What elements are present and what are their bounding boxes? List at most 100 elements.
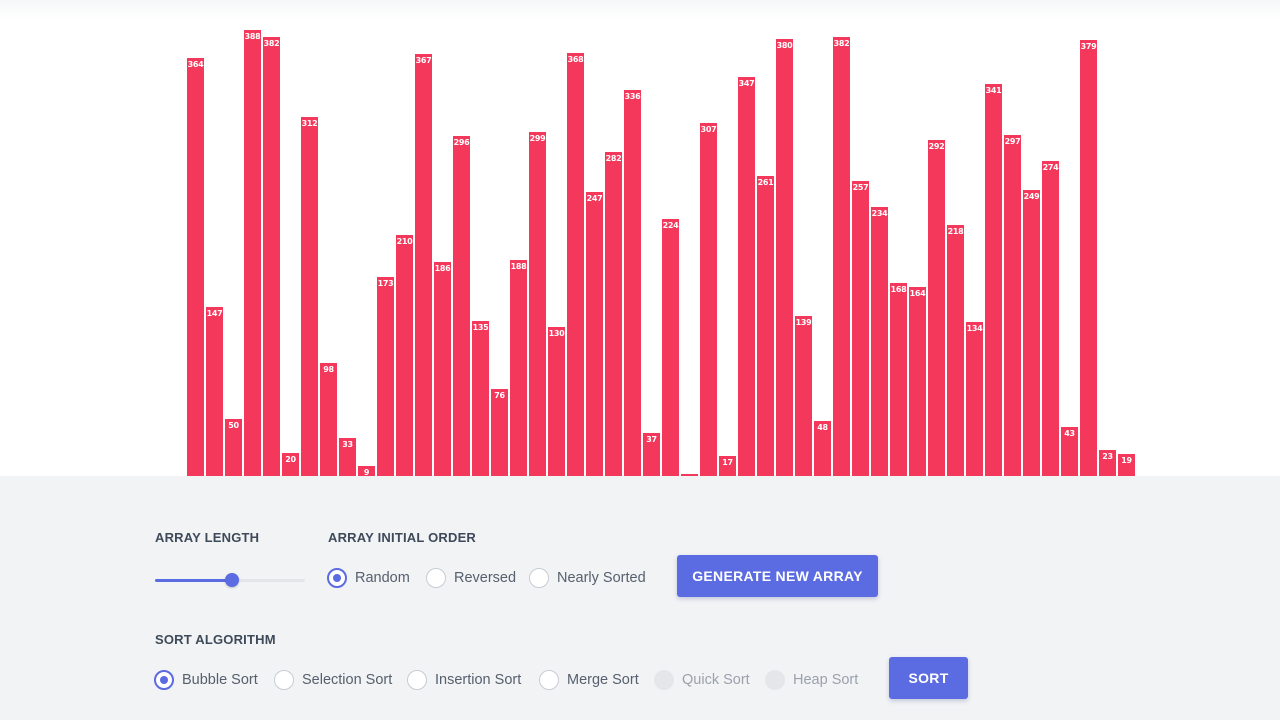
- radio-quick-sort[interactable]: Quick Sort: [654, 669, 750, 691]
- radio-bubble-sort[interactable]: Bubble Sort: [154, 669, 258, 691]
- bar-value-label: 135: [472, 323, 489, 332]
- chart-bar: 210: [396, 235, 413, 476]
- bar-value-label: 234: [871, 209, 888, 218]
- chart-bar: 388: [244, 30, 261, 476]
- radio-selection-sort-label: Selection Sort: [302, 672, 393, 688]
- chart-bar: 173: [377, 277, 394, 476]
- bar-value-label: 312: [301, 119, 318, 128]
- radio-order-reversed[interactable]: Reversed: [426, 567, 516, 589]
- bar-value-label: 296: [453, 138, 470, 147]
- chart-bar: 296: [453, 136, 470, 476]
- chart-bar: 130: [548, 327, 565, 476]
- chart-bar: 147: [206, 307, 223, 476]
- chart-bar: 249: [1023, 190, 1040, 476]
- generate-new-array-button[interactable]: GENERATE NEW ARRAY: [677, 555, 878, 597]
- chart-bar: 297: [1004, 135, 1021, 476]
- bar-value-label: 297: [1004, 137, 1021, 146]
- chart-bar: 168: [890, 283, 907, 476]
- bar-value-label: 147: [206, 309, 223, 318]
- bar-value-label: 247: [586, 194, 603, 203]
- radio-order-random[interactable]: Random: [327, 567, 410, 589]
- chart-bar: 247: [586, 192, 603, 476]
- chart-bar: 48: [814, 421, 831, 476]
- chart-bar: 139: [795, 316, 812, 476]
- bar-value-label: 341: [985, 86, 1002, 95]
- chart-bar: 336: [624, 90, 641, 476]
- sort-button[interactable]: SORT: [889, 657, 968, 699]
- chart-bar: 261: [757, 176, 774, 476]
- bar-value-label: 50: [228, 421, 239, 430]
- radio-button-icon[interactable]: [407, 670, 427, 690]
- bar-value-label: 336: [624, 92, 641, 101]
- bar-value-label: 218: [947, 227, 964, 236]
- bar-value-label: 261: [757, 178, 774, 187]
- radio-insertion-sort[interactable]: Insertion Sort: [407, 669, 521, 691]
- radio-merge-sort[interactable]: Merge Sort: [539, 669, 639, 691]
- chart-bar: 76: [491, 389, 508, 476]
- bar-value-label: 257: [852, 183, 869, 192]
- radio-button-icon[interactable]: [654, 670, 674, 690]
- chart-bar: 257: [852, 181, 869, 476]
- radio-button-icon[interactable]: [539, 670, 559, 690]
- chart-bar: 299: [529, 132, 546, 476]
- bar-value-label: 347: [738, 79, 755, 88]
- chart-bar: 19: [1118, 454, 1135, 476]
- chart-bar: 186: [434, 262, 451, 476]
- bar-value-label: 299: [529, 134, 546, 143]
- array-length-slider[interactable]: [155, 570, 305, 590]
- radio-order-random-label: Random: [355, 570, 410, 586]
- chart-bar: 188: [510, 260, 527, 476]
- radio-order-reversed-label: Reversed: [454, 570, 517, 586]
- bar-value-label: 33: [342, 440, 353, 449]
- bar-value-label: 379: [1080, 42, 1097, 51]
- radio-insertion-sort-label: Insertion Sort: [435, 672, 522, 688]
- bar-value-label: 19: [1121, 456, 1132, 465]
- chart-bar: 307: [700, 123, 717, 476]
- bar-value-label: 382: [833, 39, 850, 48]
- bar-value-label: 17: [722, 458, 733, 467]
- initial-order-label: ARRAY INITIAL ORDER: [328, 530, 477, 545]
- chart-bar: 368: [567, 53, 584, 476]
- chart-bar: 312: [301, 117, 318, 476]
- chart-bar: 134: [966, 322, 983, 476]
- bar-chart: 364 147 50 388 382 20 312 98 33 9 173 210 367 186 296 1…: [187, 0, 1135, 485]
- radio-button-icon[interactable]: [154, 670, 174, 690]
- radio-merge-sort-label: Merge Sort: [567, 672, 639, 688]
- radio-button-icon[interactable]: [529, 568, 549, 588]
- bar-value-label: 307: [700, 125, 717, 134]
- radio-order-nearly-sorted[interactable]: Nearly Sorted: [529, 567, 646, 589]
- radio-dot-icon: [333, 574, 341, 582]
- radio-heap-sort[interactable]: Heap Sort: [765, 669, 858, 691]
- radio-selection-sort[interactable]: Selection Sort: [274, 669, 392, 691]
- bar-value-label: 76: [494, 391, 505, 400]
- radio-dot-icon: [160, 676, 168, 684]
- bar-value-label: 188: [510, 262, 527, 271]
- bar-value-label: 98: [323, 365, 334, 374]
- bar-value-label: 173: [377, 279, 394, 288]
- bar-value-label: 164: [909, 289, 926, 298]
- bar-value-label: 368: [567, 55, 584, 64]
- chart-bar: 347: [738, 77, 755, 476]
- bar-value-label: 20: [285, 455, 296, 464]
- radio-button-icon[interactable]: [426, 568, 446, 588]
- radio-button-icon[interactable]: [327, 568, 347, 588]
- bar-value-label: 130: [548, 329, 565, 338]
- bar-value-label: 48: [817, 423, 828, 432]
- bar-value-label: 210: [396, 237, 413, 246]
- bar-value-label: 37: [646, 435, 657, 444]
- array-length-label: ARRAY LENGTH: [155, 530, 260, 545]
- chart-bar: 218: [947, 225, 964, 476]
- chart-bar: 379: [1080, 40, 1097, 476]
- chart-bar: 9: [358, 466, 375, 477]
- bar-value-label: 382: [263, 39, 280, 48]
- bar-value-label: 364: [187, 60, 204, 69]
- chart-bar: 292: [928, 140, 945, 476]
- chart-bar: 364: [187, 58, 204, 476]
- bar-value-label: 282: [605, 154, 622, 163]
- slider-thumb[interactable]: [224, 573, 239, 587]
- bar-value-label: 367: [415, 56, 432, 65]
- radio-button-icon[interactable]: [274, 670, 294, 690]
- radio-button-icon[interactable]: [765, 670, 785, 690]
- chart-bar: 224: [662, 219, 679, 476]
- chart-bar: 37: [643, 433, 660, 476]
